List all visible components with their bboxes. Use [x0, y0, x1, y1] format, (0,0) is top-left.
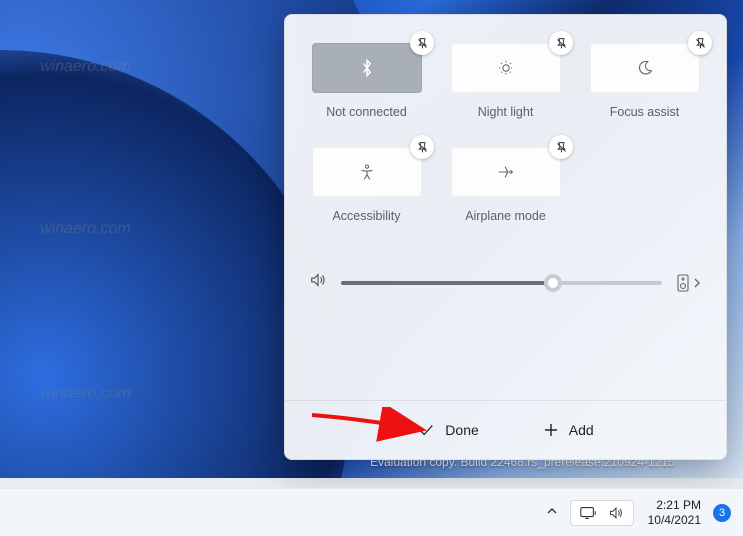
notification-badge[interactable]: 3 [713, 504, 731, 522]
unpin-button[interactable] [549, 135, 573, 159]
volume-slider-fill [341, 281, 553, 285]
volume-row [309, 271, 702, 294]
accessibility-toggle[interactable] [312, 147, 422, 197]
unpin-icon [555, 37, 568, 50]
tile-label: Focus assist [610, 105, 679, 119]
done-label: Done [445, 422, 478, 438]
unpin-button[interactable] [549, 31, 573, 55]
tray-overflow-button[interactable] [538, 505, 566, 520]
tile-bluetooth: Not connected [309, 43, 424, 119]
tile-night-light: Night light [448, 43, 563, 119]
tile-focus-assist: Focus assist [587, 43, 702, 119]
taskbar-clock[interactable]: 2:21 PM 10/4/2021 [648, 498, 701, 528]
unpin-icon [416, 141, 429, 154]
night-light-icon [496, 58, 516, 78]
speaker-device-icon [676, 274, 690, 292]
quick-settings-tiles: Not connected Night light Focus assist [309, 43, 702, 223]
tile-label: Accessibility [332, 209, 400, 223]
bluetooth-icon [359, 57, 375, 79]
moon-icon [636, 59, 654, 77]
unpin-icon [694, 37, 707, 50]
system-tray-group[interactable] [570, 500, 634, 526]
accessibility-icon [358, 163, 376, 181]
airplane-mode-toggle[interactable] [451, 147, 561, 197]
chevron-right-icon [692, 277, 702, 289]
unpin-icon [416, 37, 429, 50]
tile-label: Airplane mode [465, 209, 546, 223]
audio-output-button[interactable] [676, 274, 702, 292]
tile-label: Not connected [326, 105, 407, 119]
check-icon [417, 421, 435, 439]
chevron-up-icon [546, 505, 558, 517]
unpin-icon [555, 141, 568, 154]
network-icon [579, 505, 597, 521]
bluetooth-toggle[interactable] [312, 43, 422, 93]
clock-time: 2:21 PM [648, 498, 701, 513]
quick-settings-footer: Done Add [285, 401, 726, 459]
volume-slider-thumb[interactable] [544, 274, 562, 292]
tile-label: Night light [478, 105, 534, 119]
plus-icon [543, 422, 559, 438]
unpin-button[interactable] [410, 31, 434, 55]
volume-icon[interactable] [309, 271, 327, 294]
done-button[interactable]: Done [407, 415, 488, 445]
add-button[interactable]: Add [533, 416, 604, 444]
night-light-toggle[interactable] [451, 43, 561, 93]
quick-settings-panel: Not connected Night light Focus assist [284, 14, 727, 460]
airplane-icon [497, 163, 515, 181]
volume-tray-icon [607, 505, 625, 521]
add-label: Add [569, 422, 594, 438]
unpin-button[interactable] [410, 135, 434, 159]
clock-date: 10/4/2021 [648, 513, 701, 528]
tile-airplane-mode: Airplane mode [448, 147, 563, 223]
unpin-button[interactable] [688, 31, 712, 55]
taskbar: 2:21 PM 10/4/2021 3 [0, 488, 743, 536]
volume-slider[interactable] [341, 281, 662, 285]
tile-accessibility: Accessibility [309, 147, 424, 223]
focus-assist-toggle[interactable] [590, 43, 700, 93]
